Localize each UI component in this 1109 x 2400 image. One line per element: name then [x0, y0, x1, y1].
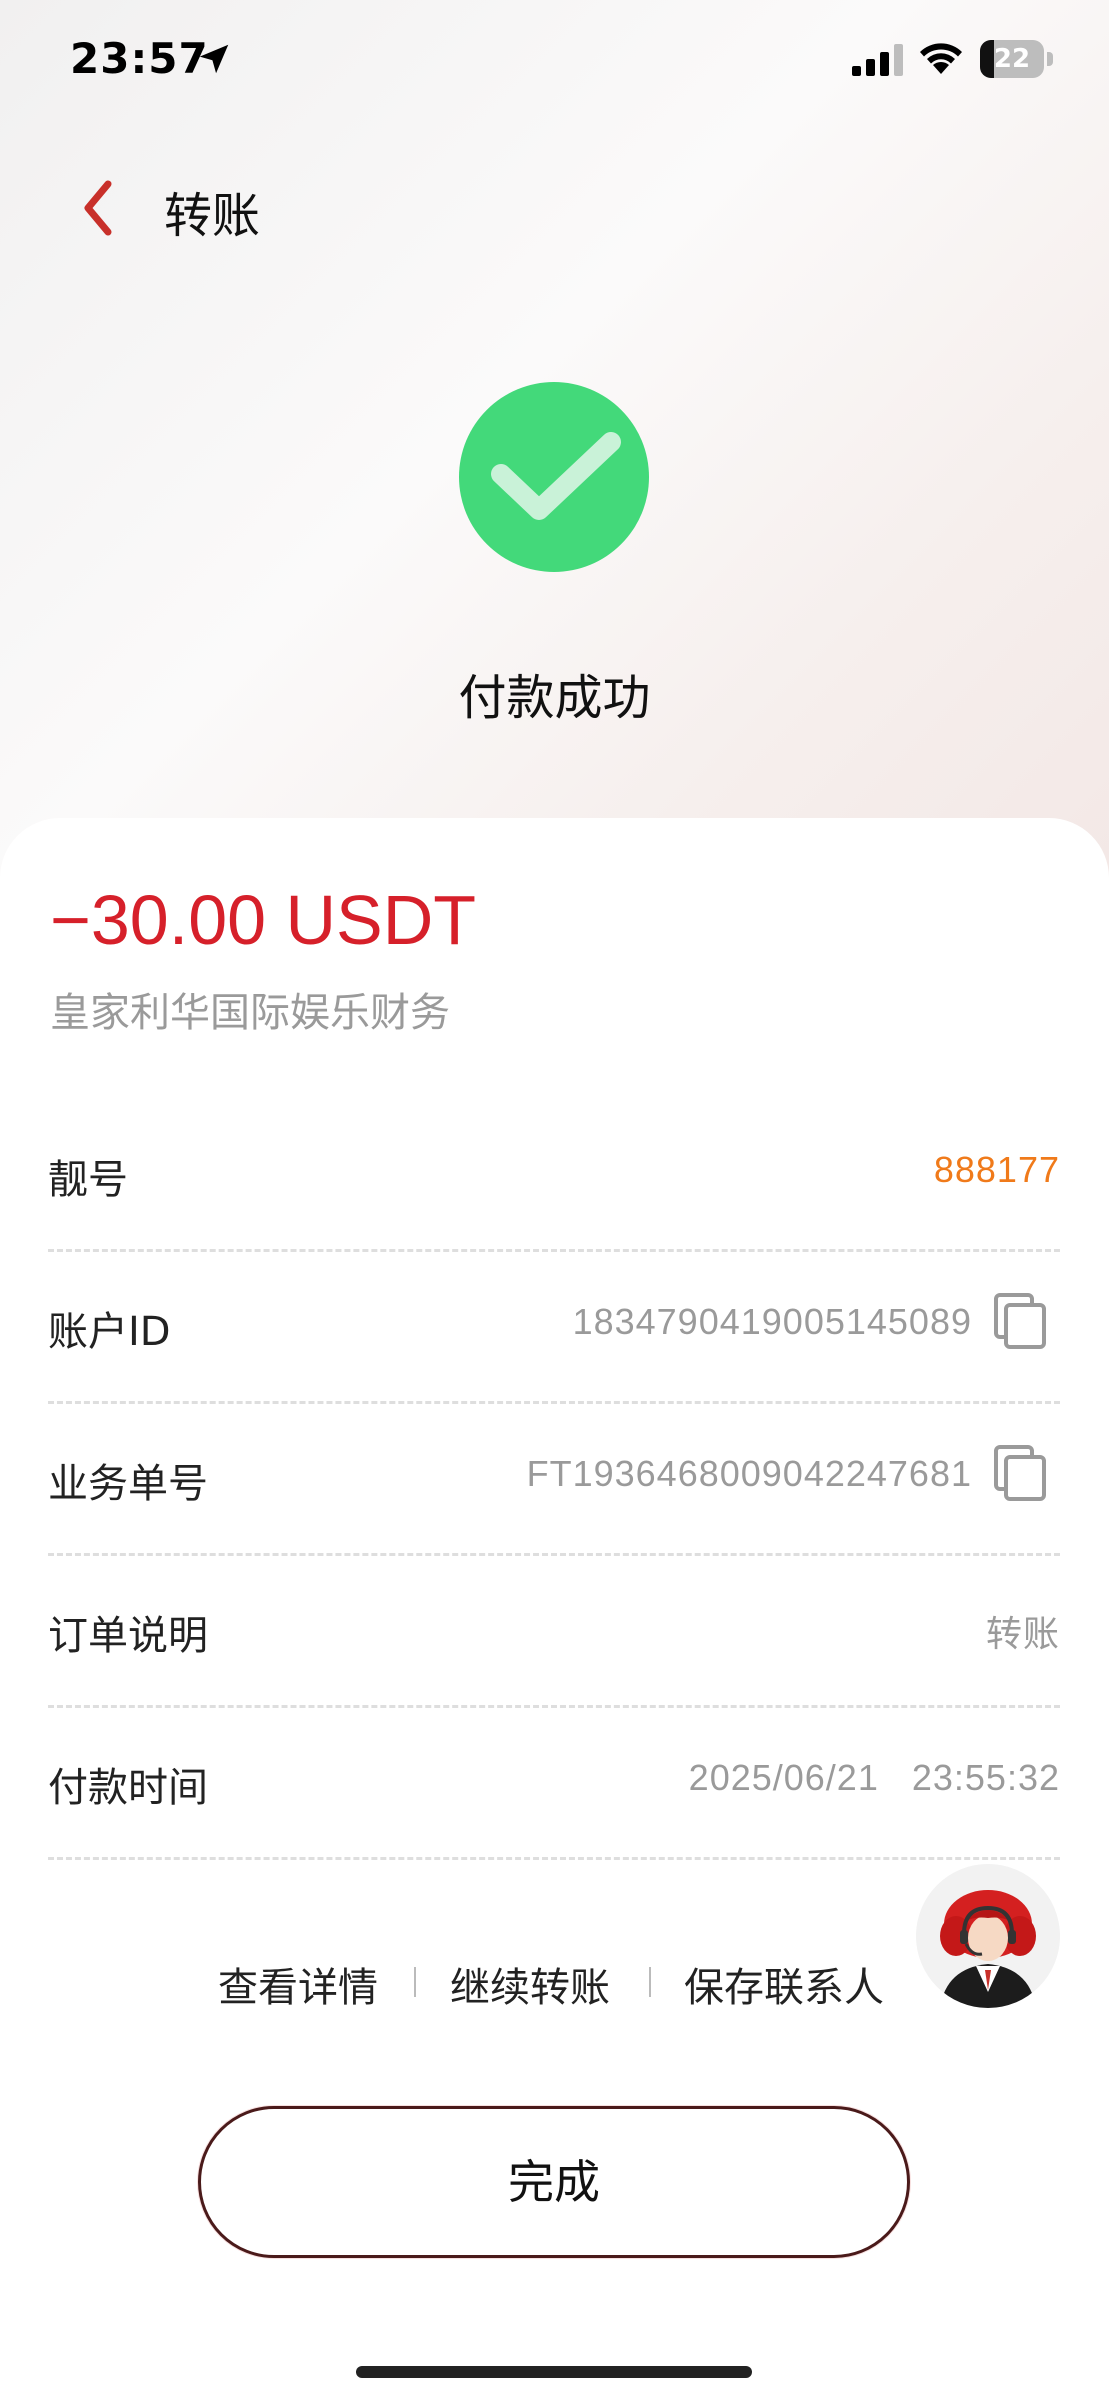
- status-bar: 23:57 22: [0, 0, 1109, 120]
- detail-row-vanity-number: 靓号 888177: [48, 1097, 1060, 1252]
- done-button[interactable]: 完成: [198, 2106, 910, 2258]
- transaction-amount: −30.00 USDT: [50, 881, 477, 959]
- detail-row-order-note: 订单说明 转账: [48, 1553, 1060, 1708]
- battery-icon: 22: [980, 40, 1054, 78]
- save-contact-link[interactable]: 保存联系人: [684, 1955, 884, 2013]
- checkmark-icon: [491, 432, 621, 520]
- payment-status-title: 付款成功: [458, 670, 651, 726]
- battery-level: 22: [993, 44, 1031, 74]
- check-circle-icon: [459, 382, 649, 572]
- copy-icon[interactable]: [992, 1443, 1048, 1503]
- cellular-signal-icon: [852, 44, 903, 76]
- row-value: 1834790419005145089: [572, 1301, 972, 1342]
- page-title: 转账: [164, 188, 261, 244]
- back-chevron-icon[interactable]: [72, 176, 128, 240]
- view-details-link[interactable]: 查看详情: [218, 1955, 378, 2013]
- support-agent-icon: [916, 1864, 1060, 2008]
- location-arrow-icon: [199, 44, 229, 74]
- payee-name: 皇家利华国际娱乐财务: [50, 990, 450, 1036]
- copy-icon[interactable]: [992, 1291, 1048, 1351]
- row-value: 2025/06/21 23:55:32: [688, 1757, 1060, 1798]
- wifi-icon: [920, 43, 962, 74]
- detail-row-payment-time: 付款时间 2025/06/21 23:55:32: [48, 1705, 1060, 1860]
- action-divider: [649, 1967, 651, 1997]
- home-indicator: [356, 2366, 752, 2378]
- row-label: 订单说明: [48, 1613, 208, 1659]
- row-value: 转账: [985, 1613, 1060, 1654]
- customer-service-avatar[interactable]: [916, 1864, 1060, 2008]
- detail-row-account-id: 账户ID 1834790419005145089: [48, 1249, 1060, 1404]
- row-value: 888177: [933, 1149, 1060, 1190]
- row-label: 付款时间: [48, 1765, 208, 1811]
- row-value: FT1936468009042247681: [526, 1453, 972, 1494]
- row-label: 靓号: [48, 1157, 128, 1203]
- continue-transfer-link[interactable]: 继续转账: [450, 1955, 610, 2013]
- detail-row-business-number: 业务单号 FT1936468009042247681: [48, 1401, 1060, 1556]
- action-divider: [414, 1967, 416, 1997]
- row-label: 账户ID: [48, 1309, 171, 1355]
- row-label: 业务单号: [48, 1461, 208, 1507]
- status-time: 23:57: [70, 34, 209, 83]
